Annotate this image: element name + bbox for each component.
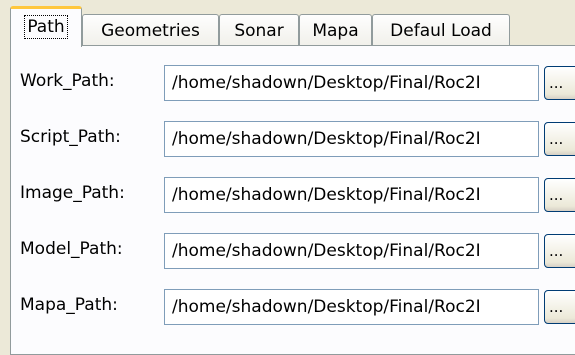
script-path-label: Script_Path:	[20, 127, 121, 147]
work-path-browse-button[interactable]: ...	[544, 66, 575, 100]
tab-sonar[interactable]: Sonar	[219, 14, 299, 46]
script-path-input[interactable]	[164, 121, 539, 157]
tab-geometries[interactable]: Geometries	[82, 14, 219, 46]
tab-sonar-label: Sonar	[234, 20, 284, 41]
tab-defaul-load[interactable]: Defaul Load	[372, 14, 510, 46]
model-path-browse-button[interactable]: ...	[544, 234, 575, 268]
mapa-path-input[interactable]	[164, 289, 539, 325]
work-path-label: Work_Path:	[20, 71, 115, 91]
work-path-input[interactable]	[164, 65, 539, 101]
mapa-path-browse-button[interactable]: ...	[544, 290, 575, 324]
model-path-label: Model_Path:	[20, 239, 123, 259]
tab-path[interactable]: Path	[10, 6, 82, 47]
script-path-browse-button[interactable]: ...	[544, 122, 575, 156]
tab-defaul-load-label: Defaul Load	[390, 20, 492, 41]
script-path-row: Script_Path: ...	[11, 121, 575, 157]
model-path-row: Model_Path: ...	[11, 233, 575, 269]
image-path-row: Image_Path: ...	[11, 177, 575, 213]
work-path-row: Work_Path: ...	[11, 65, 575, 101]
path-settings-panel: Work_Path: ... Script_Path: ... Image_Pa…	[10, 45, 575, 355]
tab-bar: Path Geometries Sonar Mapa Defaul Load	[10, 6, 575, 47]
mapa-path-label: Mapa_Path:	[20, 295, 118, 315]
tab-geometries-label: Geometries	[101, 20, 200, 41]
tab-mapa[interactable]: Mapa	[299, 14, 372, 46]
image-path-input[interactable]	[164, 177, 539, 213]
tab-mapa-label: Mapa	[312, 20, 359, 41]
image-path-browse-button[interactable]: ...	[544, 178, 575, 212]
mapa-path-row: Mapa_Path: ...	[11, 289, 575, 325]
model-path-input[interactable]	[164, 233, 539, 269]
image-path-label: Image_Path:	[20, 183, 125, 203]
tab-path-label: Path	[24, 14, 68, 39]
